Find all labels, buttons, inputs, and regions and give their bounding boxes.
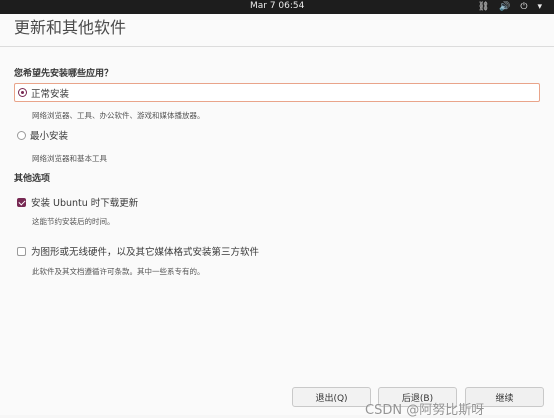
minimal-install-desc: 网络浏览器和基本工具 [32,154,107,163]
installer-window: 更新和其他软件 您希望先安装哪些应用？ 正常安装 网络浏览器、工具、办公软件、游… [0,14,554,418]
power-icon[interactable]: ⏻ [520,1,527,13]
normal-install-option[interactable]: 正常安装 [14,83,540,102]
download-updates-checkbox[interactable] [17,197,26,207]
clock[interactable]: Mar 7 06:54 [250,1,304,11]
normal-install-label[interactable]: 正常安装 [31,86,69,100]
network-icon[interactable]: ⛓ [478,1,489,13]
download-updates-option[interactable]: 安装 Ubuntu 时下载更新 [17,195,138,209]
third-party-checkbox[interactable] [17,246,26,256]
title-divider [0,46,554,47]
minimal-install-label[interactable]: 最小安装 [30,128,68,142]
third-party-desc: 此软件及其文档遵循许可条款。其中一些系专有的。 [32,267,205,276]
third-party-option[interactable]: 为图形或无线硬件，以及其它媒体格式安装第三方软件 [17,244,259,258]
normal-install-desc: 网络浏览器、工具、办公软件、游戏和媒体播放器。 [32,111,205,120]
minimal-install-radio[interactable] [17,130,26,140]
volume-icon[interactable]: 🔊 [499,1,510,13]
normal-install-radio[interactable] [18,88,27,97]
watermark-text: CSDN @阿努比斯呀 [365,403,485,418]
third-party-label[interactable]: 为图形或无线硬件，以及其它媒体格式安装第三方软件 [31,244,259,258]
chevron-down-icon[interactable]: ▾ [537,1,542,13]
download-updates-label[interactable]: 安装 Ubuntu 时下载更新 [31,195,138,209]
install-type-heading: 您希望先安装哪些应用？ [14,69,114,79]
top-bar: Mar 7 06:54 ⛓ 🔊 ⏻ ▾ [0,0,554,14]
system-tray[interactable]: ⛓ 🔊 ⏻ ▾ [478,1,542,13]
quit-button[interactable]: 退出(Q) [292,387,371,407]
page-title: 更新和其他软件 [14,18,127,37]
other-options-heading: 其他选项 [14,174,51,184]
minimal-install-option[interactable]: 最小安装 [17,128,68,142]
download-updates-desc: 这能节约安装后的时间。 [32,217,115,226]
watermark: CSDN @阿努比斯呀 [365,399,484,418]
